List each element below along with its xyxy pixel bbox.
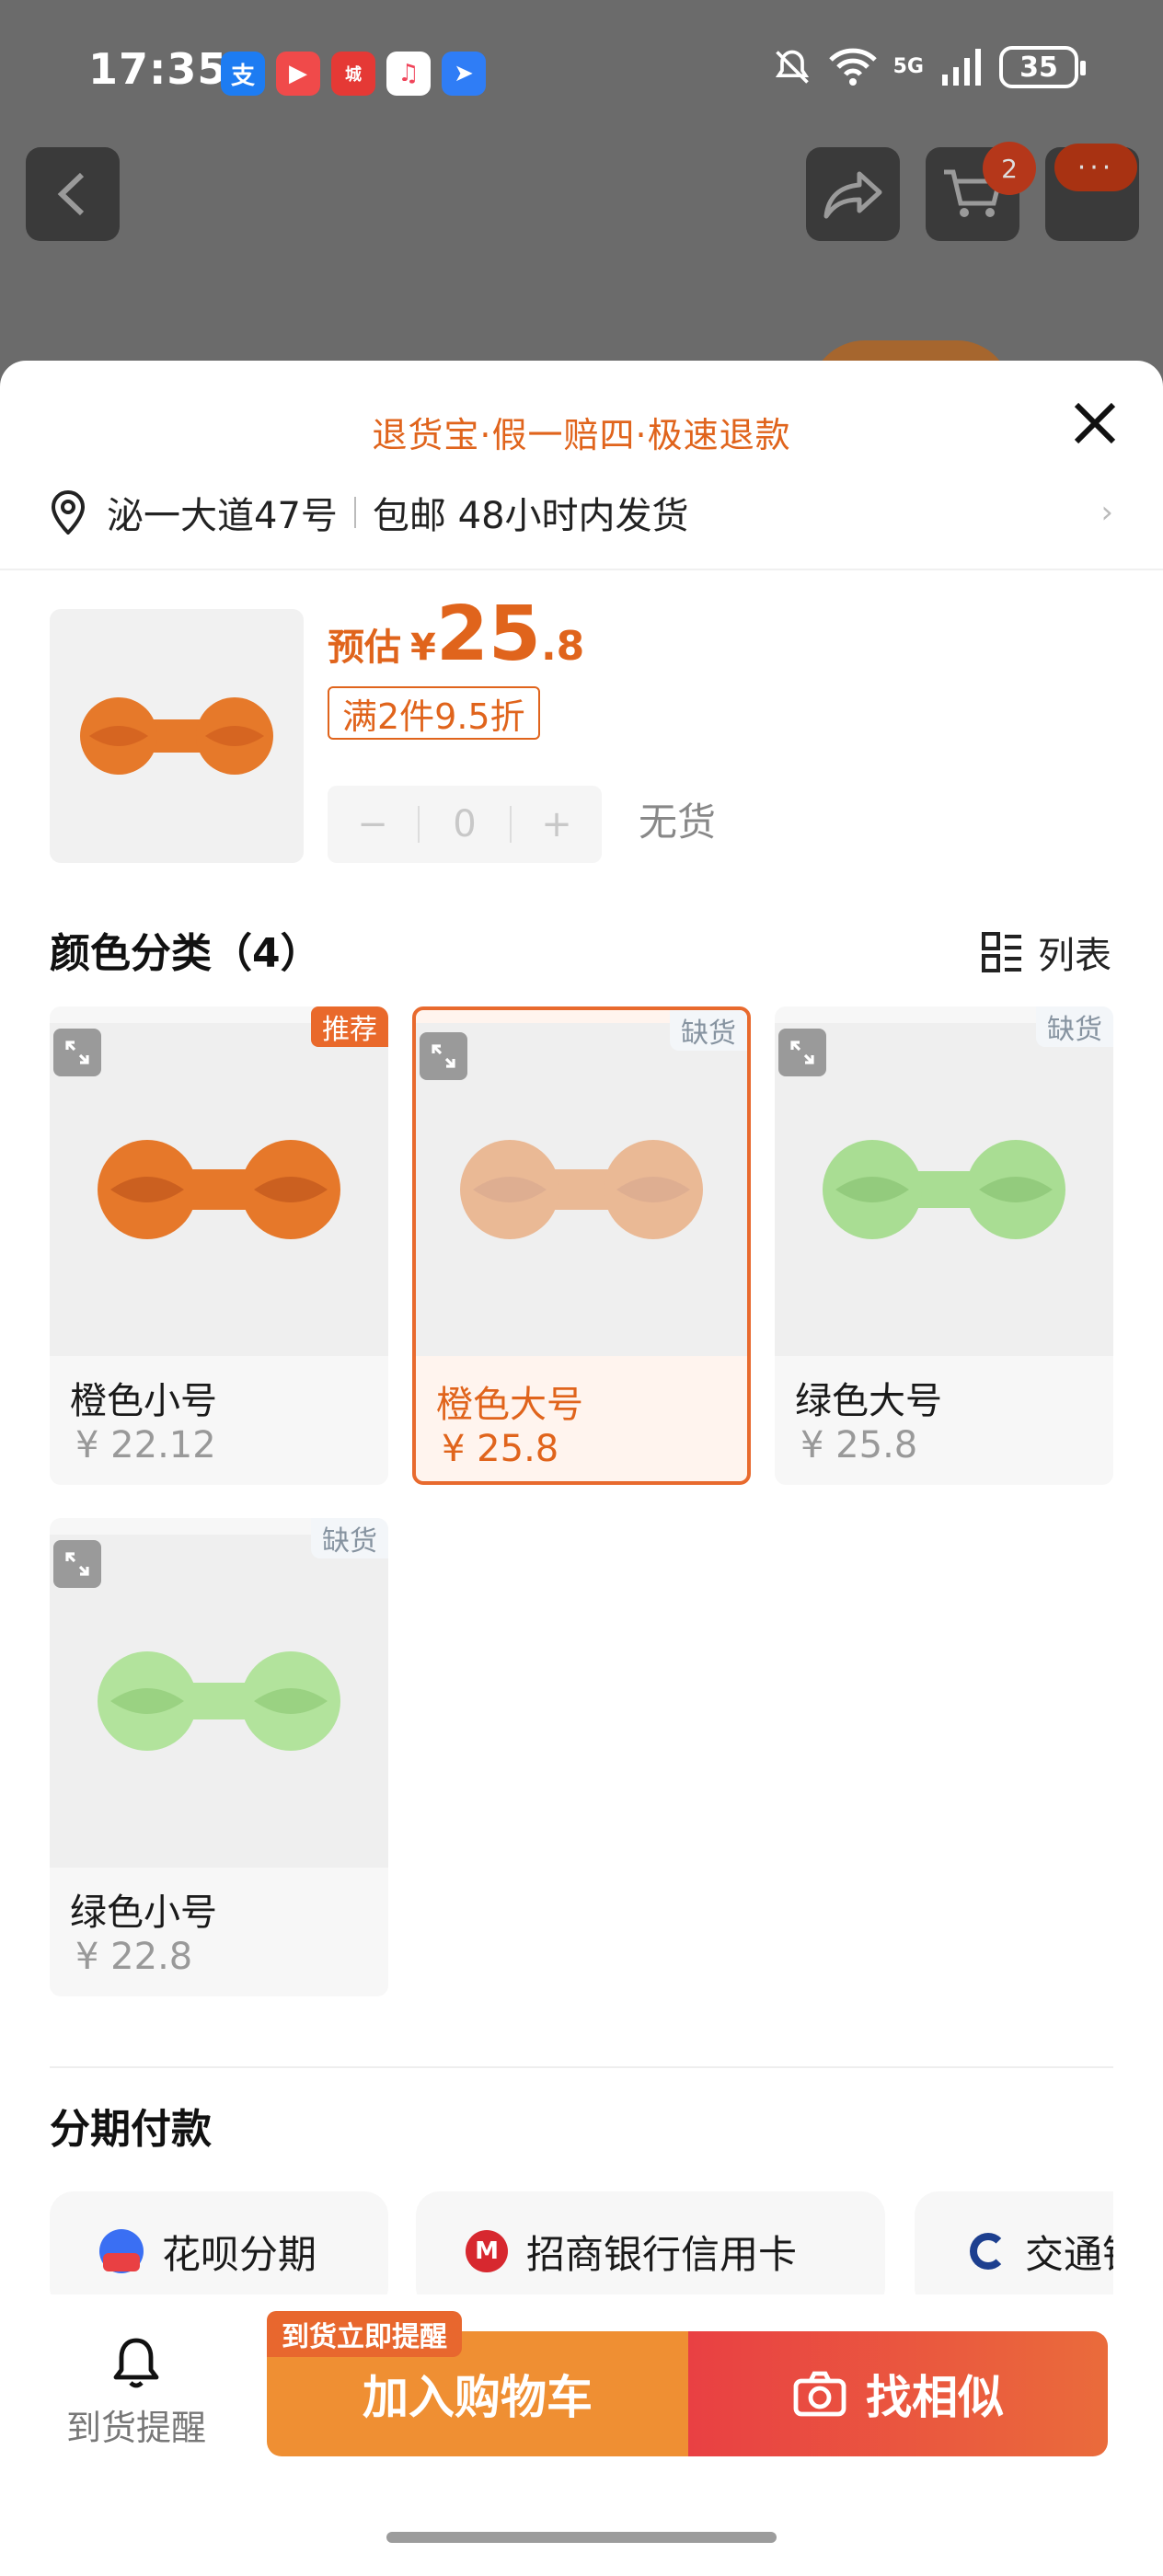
variant-image (775, 1023, 1113, 1356)
price-integer: 25 (435, 591, 541, 678)
view-toggle-label: 列表 (1038, 935, 1111, 977)
dingtalk-icon: ➤ (442, 52, 486, 96)
green-dog-toy-image (98, 1651, 340, 1751)
more-button[interactable]: ··· (1045, 144, 1139, 241)
expand-icon[interactable] (53, 1029, 101, 1076)
bocom-icon (970, 2233, 1007, 2270)
green-dog-toy-image (823, 1140, 1065, 1239)
increase-button[interactable]: + (512, 803, 602, 845)
home-indicator[interactable] (386, 2532, 777, 2543)
restock-notify-tag: 到货立即提醒 (267, 2311, 462, 2357)
wifi-icon (828, 48, 877, 86)
variant-price: ¥ 22.12 (75, 1424, 216, 1466)
find-similar-button[interactable]: 找相似 (688, 2331, 1108, 2456)
orange-dog-toy-image (460, 1140, 703, 1239)
bell-icon (113, 2338, 159, 2387)
price-currency: ¥ (410, 627, 436, 669)
find-similar-label: 找相似 (866, 2371, 1004, 2424)
discount-badge: 满2件9.5折 (328, 686, 540, 740)
out-of-stock-badge: 缺货 (670, 1010, 747, 1051)
quantity-value[interactable]: 0 (420, 803, 510, 845)
delivery-address: 泌一大道47号 (107, 495, 338, 537)
more-badge: ··· (1054, 144, 1137, 191)
price-decimal: .8 (540, 623, 585, 670)
divider (0, 569, 1163, 570)
variant-image (50, 1535, 388, 1868)
share-icon (823, 171, 882, 219)
battery-indicator: 35 (999, 46, 1086, 88)
status-bar: 17:35 支 ▶ 城 ♫ ➤ 5G 35 (0, 0, 1163, 147)
divider (50, 2066, 1113, 2068)
variant-option-3[interactable]: 缺货 绿色小号 ¥ 22.8 (50, 1518, 388, 1996)
network-label: 5G (892, 55, 924, 78)
decrease-button[interactable]: − (328, 803, 418, 845)
shipping-info: 包邮 48小时内发货 (372, 495, 689, 537)
signal-icon (942, 49, 981, 86)
installment-option-bocom[interactable]: 交通银 (915, 2191, 1113, 2311)
installment-label: 花呗分期 (162, 2231, 317, 2277)
installment-option-huabei[interactable]: 花呗分期 (50, 2191, 388, 2311)
out-of-stock-badge: 缺货 (311, 1518, 388, 1558)
expand-icon[interactable] (53, 1540, 101, 1588)
installment-label: 交通银 (1025, 2231, 1113, 2277)
out-of-stock-badge: 缺货 (1036, 1006, 1113, 1047)
installment-option-cmb[interactable]: M 招商银行信用卡 (416, 2191, 885, 2311)
variant-option-1[interactable]: 缺货 橙色大号 ¥ 25.8 (412, 1006, 751, 1485)
expand-icon[interactable] (778, 1029, 826, 1076)
installment-title: 分期付款 (50, 2106, 212, 2153)
close-button[interactable] (1069, 397, 1121, 449)
variant-name: 橙色小号 (70, 1380, 217, 1422)
variant-image (50, 1023, 388, 1356)
price-label: 预估 (328, 627, 401, 669)
variants-title: 颜色分类（4） (50, 930, 321, 977)
restock-notify-button[interactable]: 到货提醒 (44, 2322, 228, 2460)
stock-status: 无货 (639, 799, 717, 845)
chevron-right-icon: › (1100, 494, 1113, 531)
status-icons: 5G 35 (772, 46, 1086, 88)
recommended-badge: 推荐 (311, 1006, 388, 1047)
list-view-toggle[interactable]: 列表 (981, 926, 1111, 979)
video-icon: ▶ (276, 52, 320, 96)
cart-count-badge: 2 (983, 142, 1036, 195)
mall-icon: 城 (331, 52, 375, 96)
variant-name: 绿色小号 (70, 1892, 217, 1934)
cmb-icon: M (466, 2230, 508, 2272)
divider (353, 497, 356, 528)
variant-name: 绿色大号 (795, 1380, 942, 1422)
list-view-icon (982, 932, 1021, 972)
sku-selection-sheet: 退货宝·假一赔四·极速退款 泌一大道47号 包邮 48小时内发货 › 预估 ¥ … (0, 361, 1163, 2576)
delivery-address-row[interactable]: 泌一大道47号 包邮 48小时内发货 › (50, 480, 1113, 545)
variant-name: 橙色大号 (436, 1384, 583, 1426)
notify-label: 到货提醒 (65, 2407, 206, 2448)
chevron-left-icon (57, 172, 85, 216)
cart-button[interactable]: 2 (926, 142, 1036, 241)
price-display: 预估 ¥ 25 .8 (328, 591, 584, 678)
huabei-icon (99, 2229, 144, 2273)
variant-option-2[interactable]: 缺货 绿色大号 ¥ 25.8 (775, 1006, 1113, 1485)
variant-option-0[interactable]: 推荐 橙色小号 ¥ 22.12 (50, 1006, 388, 1485)
service-promo-text: 退货宝·假一赔四·极速退款 (372, 415, 791, 455)
quantity-stepper: − 0 + (328, 786, 602, 863)
orange-dog-toy-image (98, 1140, 340, 1239)
camera-icon (793, 2371, 846, 2417)
close-icon (1074, 402, 1116, 444)
installment-label: 招商银行信用卡 (526, 2231, 798, 2277)
location-pin-icon (51, 490, 86, 535)
notification-app-icons: 支 ▶ 城 ♫ ➤ (221, 52, 486, 96)
variant-price: ¥ 22.8 (75, 1936, 193, 1978)
back-button[interactable] (26, 147, 120, 241)
dog-toy-image (80, 697, 273, 775)
alipay-icon: 支 (221, 52, 265, 96)
variant-price: ¥ 25.8 (442, 1428, 559, 1470)
variant-price: ¥ 25.8 (800, 1424, 918, 1466)
expand-icon[interactable] (420, 1032, 467, 1080)
product-thumbnail[interactable] (50, 609, 304, 863)
share-button[interactable] (806, 147, 900, 241)
status-time: 17:35 (88, 44, 228, 94)
mute-bell-icon (775, 50, 809, 84)
music-icon: ♫ (386, 52, 431, 96)
